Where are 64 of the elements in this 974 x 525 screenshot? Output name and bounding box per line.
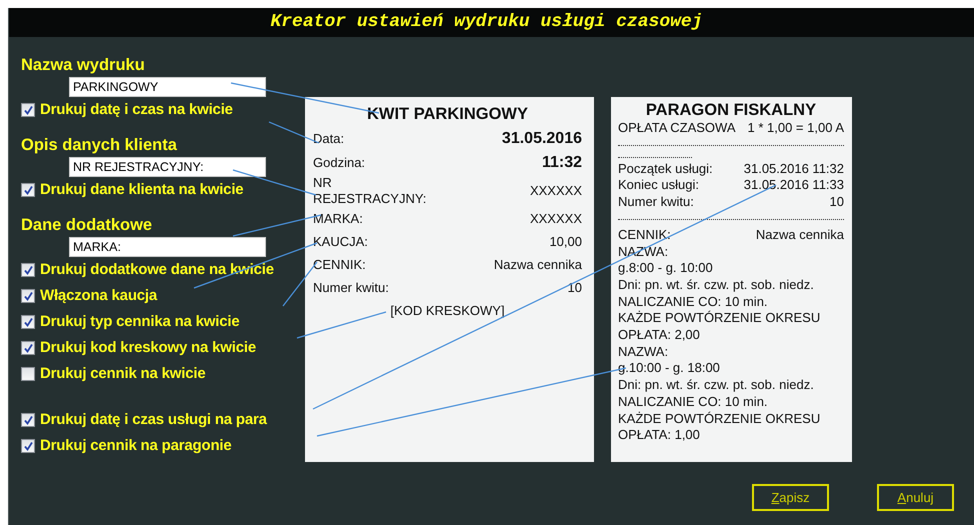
row-value: 10,00 [549,232,582,251]
row-label: CENNIK: [313,256,366,272]
field-label: Opis danych klienta [21,135,177,155]
checkbox-label[interactable]: Drukuj typ cennika na kwicie [40,310,240,334]
input-field[interactable]: MARKA: [69,237,266,257]
row-label: Numer kwitu: [313,280,389,296]
checkbox[interactable] [21,289,35,303]
receipt-line: KAŻDE POWTÓRZENIE OKRESU [618,310,822,328]
receipt-line: OPŁATA: 2,00 [618,327,701,344]
input-field[interactable]: NR REJESTRACYJNY: [69,157,266,177]
line-value: 1 * 1,00 = 1,00 A [748,120,844,137]
row-value: Nazwa cennika [494,256,582,274]
checkbox[interactable] [21,183,35,197]
line-label: CENNIK: [618,226,671,244]
line-label: Numer kwitu: [618,194,694,211]
barcode-text: [KOD KRESKOWY] [390,303,505,318]
input-field[interactable]: PARKINGOWY [69,77,266,97]
checkbox-label[interactable]: Włączona kaucja [40,284,158,308]
receipt-line: OPŁATA: 1,00 [618,427,701,444]
row-label: Godzina: [313,155,366,171]
checkbox-label[interactable]: Drukuj kod kreskowy na kwicie [40,336,256,360]
checkbox-label[interactable]: Drukuj dane klienta na kwicie [40,178,244,202]
row-value: 11:32 [542,153,582,173]
line-value: 10 [830,194,844,211]
line-value: 31.05.2016 11:32 [744,160,844,178]
row-label: NR REJESTRACYJNY: [313,175,423,207]
row-label: KAUCJA: [313,234,368,250]
row-value: XXXXXX [530,182,582,200]
checkbox-label[interactable]: Drukuj datę i czas na kwicie [40,98,233,122]
receipt-line: NALICZANIE CO: 10 min. [618,394,769,411]
checkbox[interactable] [21,341,35,355]
receipt-line: g.8:00 - g. 10:00 [618,260,714,277]
line-value: Nazwa cennika [756,226,844,244]
row-value: 10 [568,278,582,297]
receipt-line: g.10:00 - g. 18:00 [618,360,721,378]
checkbox[interactable] [21,103,35,117]
checkbox-label[interactable]: Drukuj datę i czas usługi na para [40,408,267,432]
checkbox[interactable] [21,413,35,427]
receipt-line: NAZWA: [618,344,670,360]
line-label: Koniec usługi: [618,177,699,194]
row-value: 31.05.2016 [502,129,582,149]
row-label: MARKA: [313,210,363,226]
receipt-line: NALICZANIE CO: 10 min. [618,294,769,310]
line-label: Początek usługi: [618,160,713,178]
checkbox-label[interactable]: Drukuj cennik na kwicie [40,362,206,386]
checkbox-label[interactable]: Drukuj cennik na paragonie [40,434,232,458]
dialog-button[interactable]: Anuluj [877,484,954,511]
line-label: OPŁATA CZASOWA [618,120,736,137]
row-value: XXXXXX [530,210,582,228]
window-title: Kreator ustawień wydruku usługi czasowej [9,8,974,37]
checkbox[interactable] [21,315,35,329]
field-label: Nazwa wydruku [21,55,145,75]
line-value: 31.05.2016 11:33 [744,177,844,194]
row-label: Data: [313,131,344,147]
checkbox[interactable] [21,263,35,277]
dialog-button[interactable]: Zapisz [752,484,829,511]
field-label: Dane dodatkowe [21,215,152,235]
receipt-line: Dni: pn. wt. śr. czw. pt. sob. niedz. [618,276,815,294]
receipt-title: PARAGON FISKALNY [644,100,818,120]
checkbox[interactable] [21,367,35,381]
checkbox[interactable] [21,439,35,453]
receipt-line: KAŻDE POWTÓRZENIE OKRESU [618,410,822,428]
receipt-line: Dni: pn. wt. śr. czw. pt. sob. niedz. [618,377,815,394]
ticket-title: KWIT PARKINGOWY [366,104,529,125]
